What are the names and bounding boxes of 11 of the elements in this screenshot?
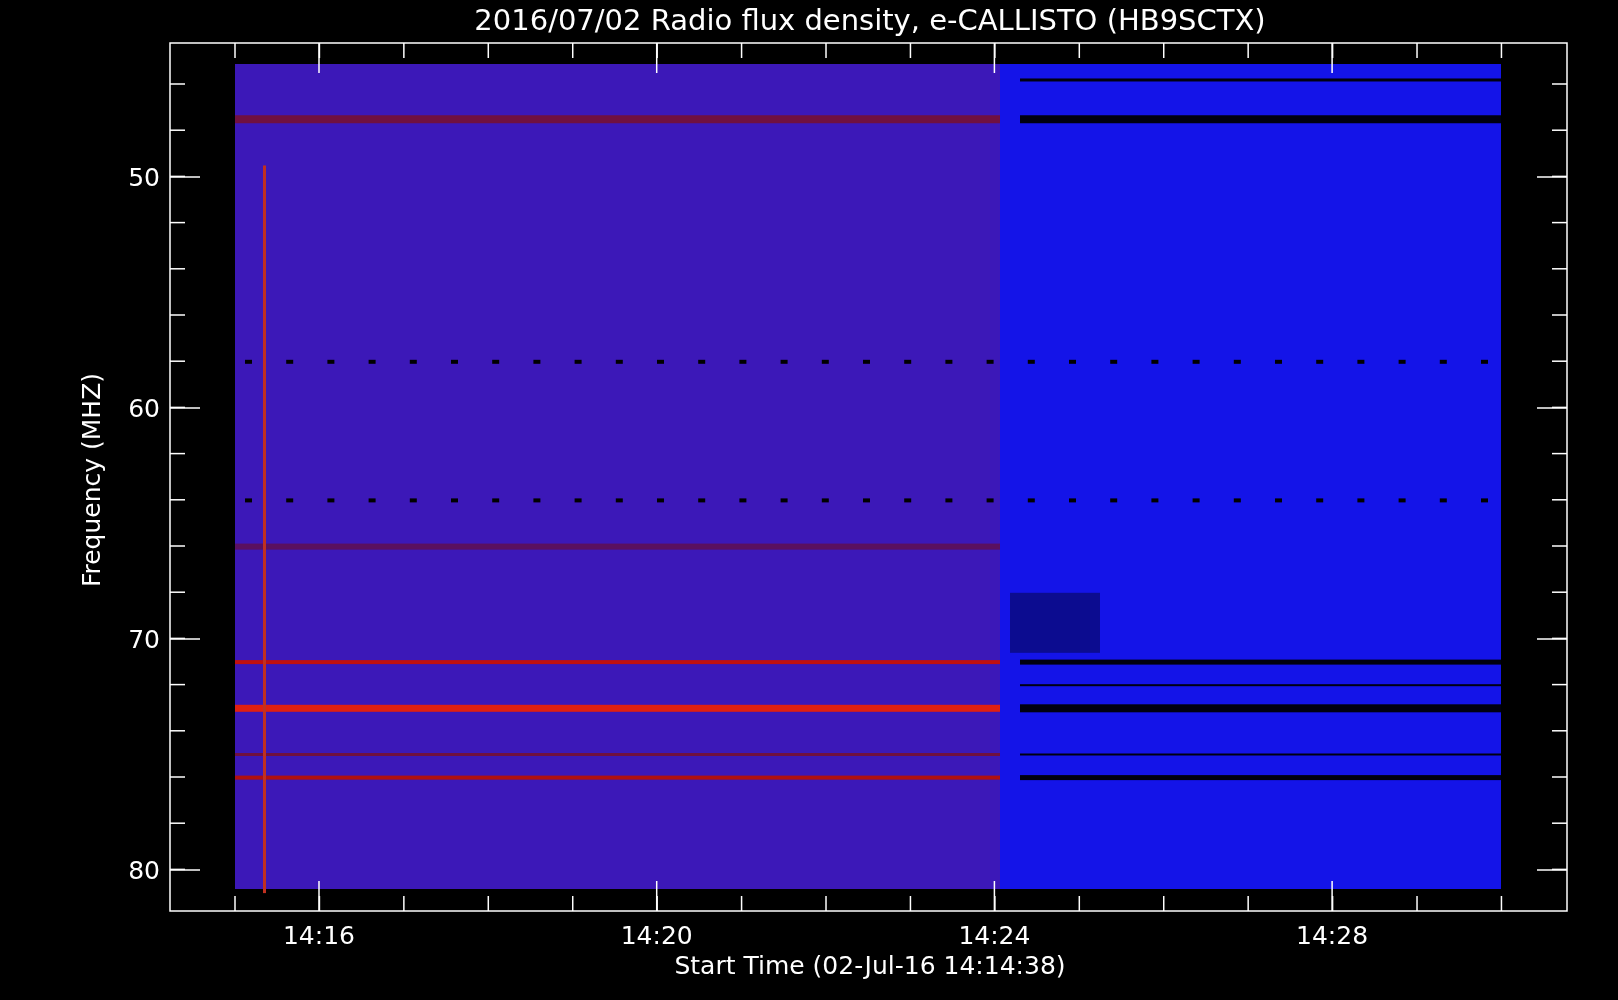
tick-label: 60 <box>128 394 160 423</box>
tick-label: 70 <box>128 625 160 654</box>
axis-label: Start Time (02-Jul-16 14:14:38) <box>674 951 1066 980</box>
tick-label: 80 <box>128 856 160 885</box>
tick-label: 14:24 <box>958 921 1031 950</box>
axis-label: Frequency (MHZ) <box>77 372 106 588</box>
tick-label: 50 <box>128 163 160 192</box>
tick-label: 14:28 <box>1296 921 1369 950</box>
tick-label: 14:20 <box>620 921 693 950</box>
chart-title: 2016/07/02 Radio flux density, e-CALLISTO (HB9SCTX) <box>474 3 1266 37</box>
tick-label: 14:16 <box>283 921 355 950</box>
